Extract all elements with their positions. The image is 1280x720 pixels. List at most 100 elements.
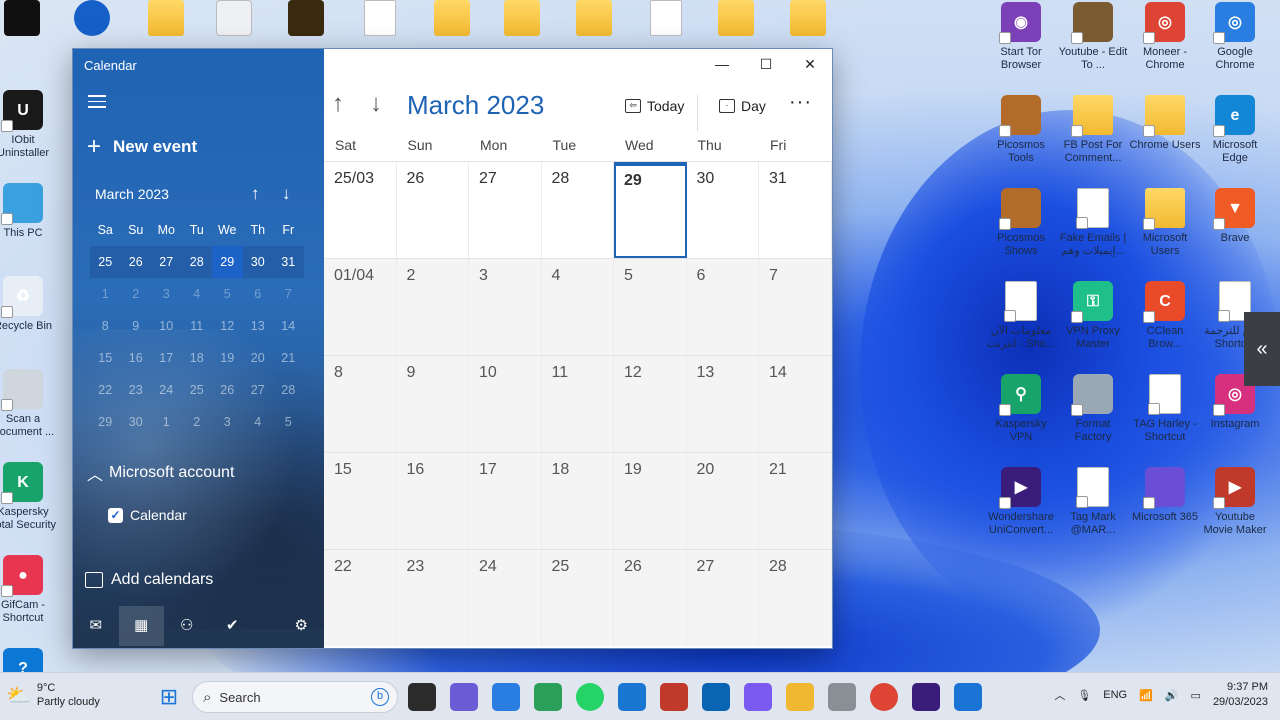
outlook-icon[interactable] [702, 683, 730, 711]
document-icon[interactable] [364, 0, 396, 36]
app-icon[interactable] [74, 0, 110, 36]
mini-day[interactable]: 29 [90, 415, 121, 429]
day-cell[interactable]: 26 [397, 162, 469, 258]
day-cell[interactable]: 4 [542, 259, 614, 355]
app-icon[interactable] [660, 683, 688, 711]
day-cell[interactable]: 3 [469, 259, 542, 355]
mini-day[interactable]: 3 [151, 287, 182, 301]
day-cell[interactable]: 27 [687, 550, 759, 646]
day-cell[interactable]: 27 [469, 162, 542, 258]
folder-icon[interactable] [434, 0, 470, 36]
day-cell[interactable]: 2 [397, 259, 469, 355]
mini-day[interactable]: 5 [212, 287, 243, 301]
day-cell[interactable]: 7 [759, 259, 832, 355]
chevron-up-icon[interactable]: ︿ [1054, 687, 1065, 703]
desktop-shortcut[interactable]: ● GifCam - Shortcut [0, 555, 59, 625]
day-cell[interactable]: 24 [469, 550, 542, 646]
mini-calendar-title[interactable]: March 2023 [95, 186, 169, 202]
mini-day[interactable]: 4 [182, 287, 213, 301]
mini-day[interactable]: 4 [243, 415, 274, 429]
mini-day[interactable]: 25 [182, 383, 213, 397]
desktop-shortcut[interactable]: Microsoft Users [1129, 188, 1201, 258]
day-cell[interactable]: 15 [324, 453, 397, 549]
mini-day[interactable]: 7 [273, 287, 304, 301]
uniconverter-icon[interactable] [912, 683, 940, 711]
day-cell[interactable]: 5 [614, 259, 687, 355]
maps-icon[interactable] [534, 683, 562, 711]
mini-day[interactable]: 31 [273, 255, 304, 269]
mini-day[interactable]: 18 [182, 351, 213, 365]
minimize-icon[interactable]: — [700, 49, 744, 79]
mini-day[interactable]: 24 [151, 383, 182, 397]
image-icon[interactable] [288, 0, 324, 36]
day-cell[interactable]: 28 [759, 550, 832, 646]
mini-day[interactable]: 20 [243, 351, 274, 365]
copilot-icon[interactable] [744, 683, 772, 711]
desktop-shortcut[interactable]: Picosmos Tools [985, 95, 1057, 165]
account-toggle[interactable]: ︿ Microsoft account [87, 461, 234, 485]
desktop-shortcut[interactable]: C CClean Brow... [1129, 281, 1201, 351]
mini-day[interactable]: 25 [90, 255, 121, 269]
clock[interactable]: 9:37 PM 29/03/2023 [1213, 680, 1268, 710]
desktop-shortcut[interactable]: Scan a Document ... [0, 369, 59, 439]
weather-widget[interactable]: ⛅ 9°C Partly cloudy [6, 681, 100, 709]
mini-day[interactable]: 6 [243, 287, 274, 301]
day-cell[interactable]: 6 [687, 259, 759, 355]
mini-day[interactable]: 1 [151, 415, 182, 429]
desktop-shortcut[interactable]: Tag Mark @MAR... [1057, 467, 1129, 537]
day-cell[interactable]: 22 [324, 550, 397, 646]
day-cell[interactable]: 10 [469, 356, 542, 452]
whatsapp-icon[interactable] [576, 683, 604, 711]
mini-day[interactable]: 23 [121, 383, 152, 397]
image-icon[interactable] [216, 0, 252, 36]
folder-icon[interactable] [790, 0, 826, 36]
desktop-shortcut[interactable]: U IObit Uninstaller [0, 90, 59, 160]
day-cell[interactable]: 26 [614, 550, 687, 646]
desktop-shortcut[interactable]: Fake Emails | إيميلات وهم... [1057, 188, 1129, 258]
mini-day[interactable]: 16 [121, 351, 152, 365]
mini-day[interactable]: 5 [273, 415, 304, 429]
mini-day[interactable]: 30 [243, 255, 274, 269]
folder-icon[interactable] [148, 0, 184, 36]
desktop-shortcut[interactable]: This PC [0, 183, 59, 240]
mini-day[interactable]: 30 [121, 415, 152, 429]
day-cell[interactable]: 11 [542, 356, 614, 452]
desktop-shortcut[interactable]: ◉ Start Tor Browser [985, 2, 1057, 72]
new-event-button[interactable]: + New event [87, 135, 197, 159]
calendar-visibility-checkbox[interactable]: ✓ Calendar [108, 507, 187, 523]
document-icon[interactable] [650, 0, 682, 36]
mini-day[interactable]: 21 [273, 351, 304, 365]
day-cell[interactable]: 21 [759, 453, 832, 549]
mini-day[interactable]: 2 [121, 287, 152, 301]
desktop-shortcut[interactable]: TAG Harley - Shortcut [1129, 374, 1201, 444]
mini-day[interactable]: 2 [182, 415, 213, 429]
today-button[interactable]: ⇦ Today [625, 98, 684, 114]
day-cell[interactable]: 18 [542, 453, 614, 549]
day-cell[interactable]: 01/04 [324, 259, 397, 355]
desktop-shortcut[interactable]: ▶ Youtube Movie Maker [1199, 467, 1271, 537]
folder-icon[interactable] [576, 0, 612, 36]
mini-day[interactable]: 28 [273, 383, 304, 397]
mini-day[interactable]: 13 [243, 319, 274, 333]
day-cell[interactable]: 23 [397, 550, 469, 646]
folder-icon[interactable] [504, 0, 540, 36]
mini-day[interactable]: 1 [90, 287, 121, 301]
day-cell[interactable]: 31 [759, 162, 832, 258]
chat-icon[interactable] [450, 683, 478, 711]
mini-previous-month-icon[interactable]: ↑ [251, 184, 260, 204]
settings-gear-icon[interactable]: ⚙ [279, 606, 325, 646]
wifi-icon[interactable]: 📶 [1139, 689, 1153, 702]
desktop-shortcut[interactable]: ⚲ Kaspersky VPN [985, 374, 1057, 444]
day-cell[interactable]: 20 [687, 453, 759, 549]
mini-day[interactable]: 10 [151, 319, 182, 333]
desktop-shortcut[interactable]: ♻ Recycle Bin [0, 276, 59, 333]
desktop-shortcut[interactable]: Youtube - Edit To ... [1057, 2, 1129, 72]
day-cell[interactable]: 12 [614, 356, 687, 452]
day-cell[interactable]: 25 [542, 550, 614, 646]
microphone-icon[interactable]: 🎙 [1077, 689, 1091, 702]
desktop-shortcut[interactable]: K Kaspersky Total Security [0, 462, 59, 532]
mini-day[interactable]: 26 [121, 255, 152, 269]
battery-icon[interactable]: ▭ [1191, 689, 1201, 702]
taskbar-search-box[interactable]: ⌕ Search b [192, 681, 398, 713]
desktop-shortcut[interactable]: Picosmos Shows [985, 188, 1057, 258]
